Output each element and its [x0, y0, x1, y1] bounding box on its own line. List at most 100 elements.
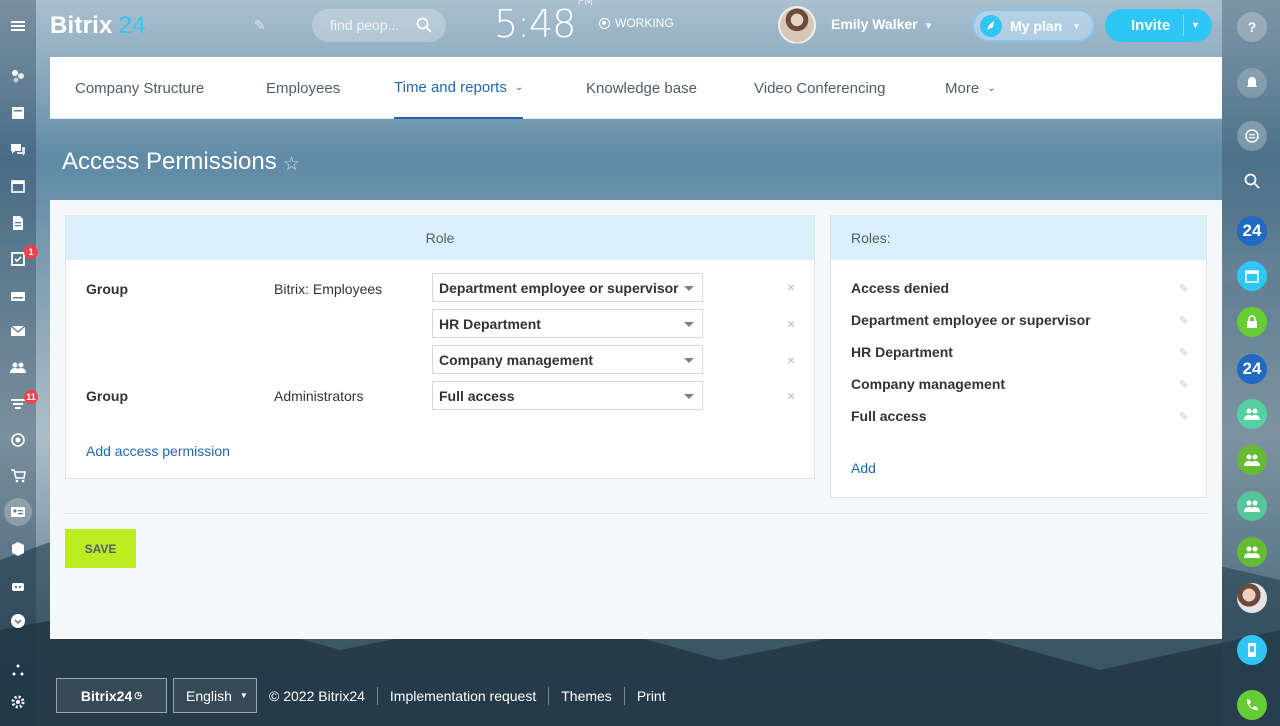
edit-pencil-icon[interactable]: ✎: [1179, 410, 1188, 423]
lock-icon[interactable]: [1237, 307, 1267, 337]
bell-icon[interactable]: [1237, 68, 1267, 98]
more-down-icon[interactable]: [0, 607, 36, 635]
left-sidebar: 1 11: [0, 0, 38, 726]
role-item[interactable]: Department employee or supervisor: [851, 312, 1091, 328]
group-icon[interactable]: [1237, 445, 1267, 475]
phone-transfer-icon[interactable]: [1237, 635, 1267, 665]
role-item[interactable]: HR Department: [851, 344, 953, 360]
nav-video-conferencing[interactable]: Video Conferencing: [754, 57, 885, 119]
activity-icon[interactable]: [0, 62, 36, 90]
nav-time-and-reports[interactable]: Time and reports ⌄: [394, 57, 524, 119]
logo[interactable]: Bitrix 24: [50, 12, 146, 40]
sitemap-icon[interactable]: [0, 656, 36, 684]
dropdown-arrow-icon: [684, 394, 694, 399]
chevron-down-icon: ▼: [1072, 20, 1082, 31]
group-icon[interactable]: [1237, 491, 1267, 521]
feed-icon[interactable]: [0, 99, 36, 127]
robot-icon[interactable]: [0, 572, 36, 600]
crm-icon[interactable]: 11: [0, 390, 38, 418]
edit-pencil-icon[interactable]: ✎: [1179, 282, 1188, 295]
group-icon[interactable]: [1237, 537, 1267, 567]
user-menu[interactable]: Emily Walker ▼: [831, 16, 934, 32]
drive-icon[interactable]: [0, 282, 36, 310]
clock[interactable]: 5:48PM: [494, 0, 594, 46]
dropdown-arrow-icon: [684, 286, 694, 291]
nav-employees[interactable]: Employees: [266, 57, 340, 119]
permissions-table: Role Group Bitrix: Employees Department …: [65, 215, 815, 479]
remove-icon[interactable]: ×: [787, 388, 795, 404]
myplan-button[interactable]: My plan ▼: [972, 9, 1095, 42]
role-select[interactable]: HR Department: [432, 309, 703, 338]
edit-pencil-icon[interactable]: ✎: [254, 17, 266, 34]
row-group-label: Bitrix: Employees: [274, 281, 383, 297]
footer: Bitrix24 ◷ English ▼ © 2022 Bitrix24 Imple…: [56, 678, 666, 713]
avatar[interactable]: [778, 6, 816, 44]
print-link[interactable]: Print: [637, 688, 666, 704]
phone-icon[interactable]: [1237, 690, 1267, 720]
remove-icon[interactable]: ×: [787, 316, 795, 332]
calendar-icon[interactable]: [0, 172, 36, 200]
remove-icon[interactable]: ×: [787, 352, 795, 368]
top-header: Bitrix 24 ✎ find peop... 5:48PM WORKING E…: [36, 0, 1222, 52]
company-icon[interactable]: [4, 498, 32, 526]
settings-icon[interactable]: [0, 688, 36, 716]
top-nav: Company Structure Employees Time and rep…: [50, 57, 1222, 119]
save-button[interactable]: SAVE: [65, 529, 136, 568]
menu-icon[interactable]: [0, 12, 36, 40]
bitrix24-icon[interactable]: 24: [1237, 216, 1267, 246]
status-dot-icon: [599, 17, 610, 29]
star-icon[interactable]: ☆: [283, 153, 300, 176]
search-input[interactable]: find peop...: [312, 9, 446, 42]
clock-icon: ◷: [134, 690, 143, 700]
documents-icon[interactable]: [0, 209, 36, 237]
language-select[interactable]: English ▼: [173, 678, 257, 713]
role-item[interactable]: Access denied: [851, 280, 949, 296]
copyright: © 2022 Bitrix24: [269, 687, 365, 704]
calendar-icon[interactable]: [1237, 261, 1267, 291]
user-avatar-icon[interactable]: [1237, 583, 1267, 613]
role-select[interactable]: Department employee or supervisor: [432, 273, 703, 302]
add-role-link[interactable]: Add: [851, 460, 876, 476]
row-type-label: Group: [86, 388, 128, 404]
edit-pencil-icon[interactable]: ✎: [1179, 378, 1188, 391]
role-item[interactable]: Full access: [851, 408, 927, 424]
work-status[interactable]: WORKING: [599, 16, 674, 30]
footer-separator: [548, 686, 550, 705]
role-select[interactable]: Full access: [432, 381, 703, 410]
edit-pencil-icon[interactable]: ✎: [1179, 346, 1188, 359]
roles-list: Roles: Access denied ✎ Department employ…: [830, 215, 1207, 498]
target-icon[interactable]: [0, 426, 36, 454]
add-access-permission-link[interactable]: Add access permission: [86, 443, 230, 459]
role-select[interactable]: Company management: [432, 345, 703, 374]
chevron-down-icon: ▼: [239, 691, 248, 700]
nav-more[interactable]: More ⌄: [945, 57, 996, 119]
cart-icon[interactable]: [0, 462, 36, 490]
implementation-request-link[interactable]: Implementation request: [390, 688, 536, 704]
themes-link[interactable]: Themes: [561, 688, 612, 704]
groups-icon[interactable]: [0, 353, 36, 381]
row-type-label: Group: [86, 281, 128, 297]
tasks-icon[interactable]: 1: [0, 245, 38, 273]
search-icon[interactable]: [416, 17, 432, 33]
nav-company-structure[interactable]: Company Structure: [75, 57, 204, 119]
invite-button[interactable]: Invite ▼: [1105, 9, 1212, 42]
help-icon[interactable]: ?: [1237, 12, 1267, 42]
chat-bubble-icon[interactable]: [1237, 121, 1267, 151]
role-item[interactable]: Company management: [851, 376, 1005, 392]
edit-pencil-icon[interactable]: ✎: [1179, 314, 1188, 327]
tasks-badge: 1: [24, 245, 38, 259]
chat-icon[interactable]: [0, 136, 36, 164]
roles-header: Roles:: [831, 215, 1206, 260]
dropdown-arrow-icon: [684, 322, 694, 327]
group-icon[interactable]: [1237, 399, 1267, 429]
search-icon[interactable]: [1237, 166, 1267, 196]
page-title: Access Permissions: [62, 148, 277, 175]
box-icon[interactable]: [0, 535, 36, 563]
bitrix24-icon[interactable]: 24: [1237, 354, 1267, 384]
chevron-down-icon: ⌄: [987, 82, 996, 94]
permissions-header: Role: [66, 215, 814, 260]
remove-icon[interactable]: ×: [787, 279, 795, 295]
nav-knowledge-base[interactable]: Knowledge base: [586, 57, 697, 119]
footer-logo-button[interactable]: Bitrix24 ◷: [56, 678, 167, 713]
mail-icon[interactable]: [0, 317, 36, 345]
